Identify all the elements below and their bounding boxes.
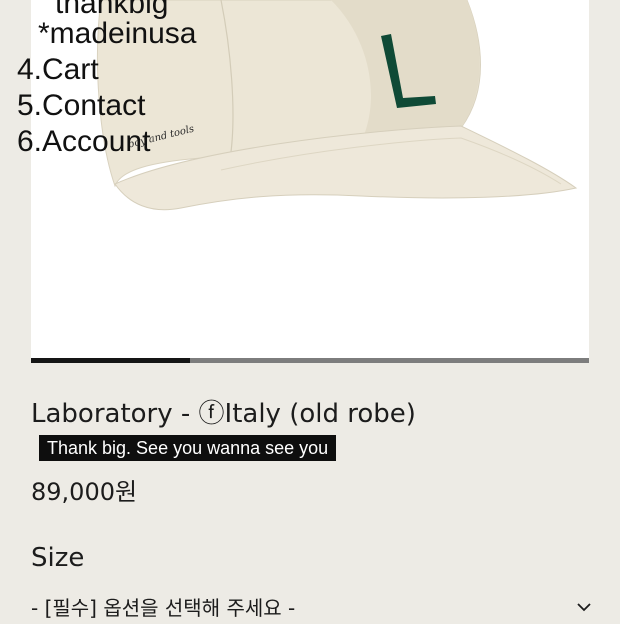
menu-item-contact[interactable]: 5.Contact	[17, 88, 145, 124]
product-title: Laboratory - ⓕItaly (old robe)	[31, 399, 416, 429]
menu-item-account[interactable]: 6.Account	[17, 124, 150, 160]
product-price: 89,000원	[31, 478, 138, 506]
gallery-progress-bar[interactable]	[31, 358, 589, 363]
gallery-progress-fill	[31, 358, 191, 363]
menu-item-madeinusa[interactable]: *madeinusa	[38, 16, 196, 52]
size-select[interactable]: - [필수] 옵션을 선택해 주세요 -	[31, 590, 593, 624]
menu-item-cart[interactable]: 4.Cart	[17, 52, 99, 88]
product-tagline: Thank big. See you wanna see you	[39, 435, 337, 461]
size-label: Size	[31, 543, 85, 573]
size-select-value: - [필수] 옵션을 선택해 주세요 -	[31, 596, 296, 620]
chevron-down-icon[interactable]	[575, 598, 593, 616]
overlay-menu: thankbig *madeinusa 4.Cart 5.Contact 6.A…	[0, 0, 240, 160]
